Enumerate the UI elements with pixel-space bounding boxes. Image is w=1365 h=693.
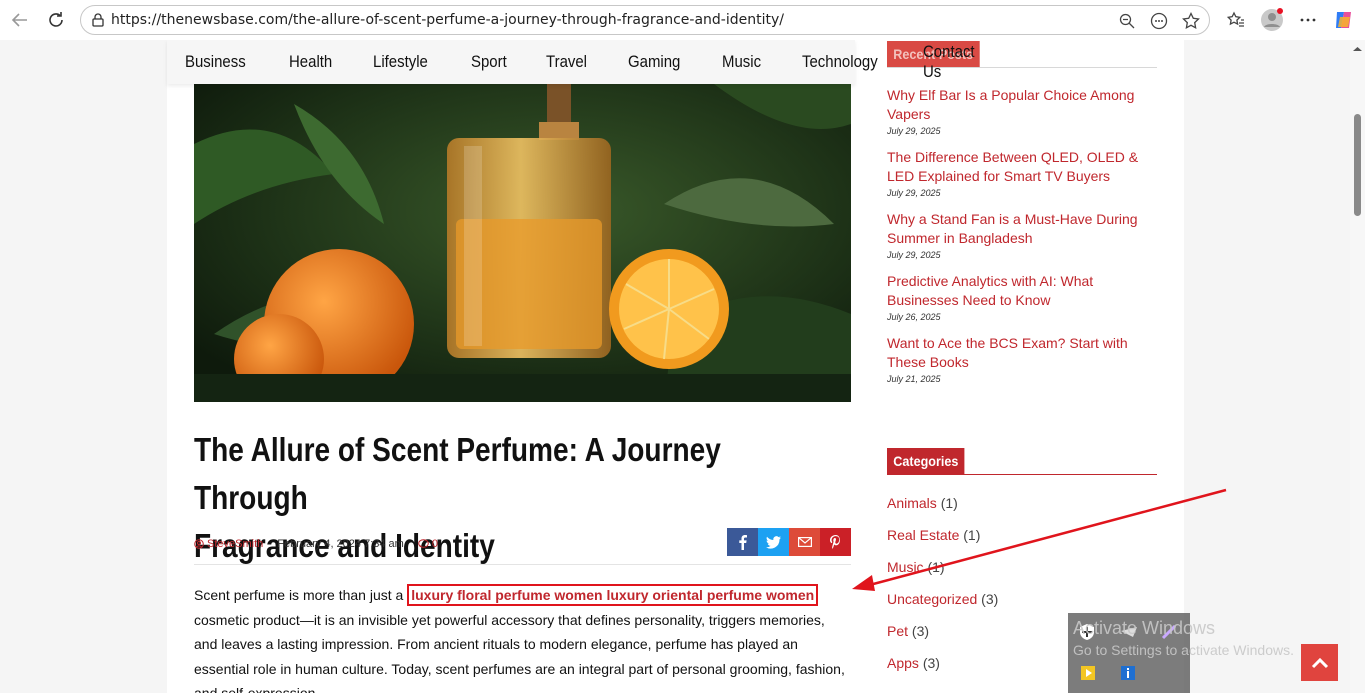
nav-gaming[interactable]: Gaming — [628, 52, 680, 72]
meta-divider — [194, 564, 851, 565]
activate-windows-subtitle: Go to Settings to activate Windows. — [1073, 642, 1294, 658]
post-date: February 4, 2024 7:34 am — [277, 538, 404, 550]
scrollbar-thumb[interactable] — [1354, 114, 1361, 216]
more-menu-icon[interactable] — [1292, 4, 1324, 36]
nav-business[interactable]: Business — [185, 52, 246, 72]
facebook-share-button[interactable] — [727, 528, 758, 556]
article-meta: SteveSmith February 4, 2024 7:34 am 0 — [194, 538, 438, 550]
category-name[interactable]: Real Estate — [887, 527, 959, 543]
tray-info-icon[interactable] — [1120, 665, 1136, 686]
recent-post-date: July 26, 2025 — [887, 312, 941, 322]
category-name[interactable]: Pet — [887, 623, 908, 639]
comment-icon — [418, 539, 429, 549]
category-item[interactable]: Real Estate (1) — [887, 519, 1157, 551]
recent-post-link[interactable]: Want to Ace the BCS Exam? Start with The… — [887, 334, 1157, 372]
nav-travel[interactable]: Travel — [546, 52, 587, 72]
lock-icon[interactable] — [91, 13, 105, 27]
reading-icon[interactable] — [1147, 9, 1171, 33]
recent-post-item: Want to Ace the BCS Exam? Start with The… — [887, 334, 1157, 384]
recent-post-item: The Difference Between QLED, OLED & LED … — [887, 148, 1157, 198]
author-icon — [194, 539, 204, 549]
twitter-icon — [766, 535, 781, 549]
recent-post-link[interactable]: Why Elf Bar Is a Popular Choice Among Va… — [887, 86, 1157, 124]
category-name[interactable]: Music — [887, 559, 924, 575]
profile-avatar-icon[interactable] — [1256, 4, 1288, 36]
category-name[interactable]: Uncategorized — [887, 591, 977, 607]
url-text[interactable]: https://thenewsbase.com/the-allure-of-sc… — [111, 12, 784, 28]
recent-post-link[interactable]: Predictive Analytics with AI: What Busin… — [887, 272, 1157, 310]
featured-image — [194, 84, 851, 402]
comments-link[interactable]: 0 — [418, 538, 438, 550]
pinterest-icon — [830, 535, 840, 549]
category-count: (1) — [940, 495, 958, 511]
category-count: (3) — [922, 655, 940, 671]
favorite-star-icon[interactable] — [1179, 9, 1203, 33]
categories-underline — [887, 474, 1157, 475]
category-item[interactable]: Animals (1) — [887, 487, 1157, 519]
category-item[interactable]: Uncategorized (3) — [887, 583, 1157, 615]
categories-widget: Categories — [887, 448, 1157, 475]
article-title-line-1: The Allure of Scent Perfume: A Journey T… — [194, 431, 721, 516]
share-buttons — [727, 528, 851, 556]
browser-toolbar: https://thenewsbase.com/the-allure-of-sc… — [0, 0, 1365, 40]
copilot-icon[interactable] — [1328, 4, 1360, 36]
facebook-icon — [739, 534, 747, 550]
nav-contact-us[interactable]: Contact Us — [923, 42, 975, 82]
recent-post-link[interactable]: Why a Stand Fan is a Must-Have During Su… — [887, 210, 1157, 248]
recent-post-item: Why a Stand Fan is a Must-Have During Su… — [887, 210, 1157, 260]
recent-post-item: Why Elf Bar Is a Popular Choice Among Va… — [887, 86, 1157, 136]
email-share-button[interactable] — [789, 528, 820, 556]
category-count: (3) — [911, 623, 930, 639]
recent-post-date: July 29, 2025 — [887, 250, 941, 260]
category-count: (3) — [981, 591, 999, 607]
favorites-icon[interactable] — [1220, 4, 1252, 36]
recent-post-link[interactable]: The Difference Between QLED, OLED & LED … — [887, 148, 1157, 186]
article-body: Scent perfume is more than just a luxury… — [194, 583, 851, 693]
reload-icon[interactable] — [38, 2, 74, 38]
zoom-icon[interactable] — [1115, 9, 1139, 33]
nav-music[interactable]: Music — [722, 52, 761, 72]
author-link[interactable]: SteveSmith — [207, 538, 263, 550]
categories-title: Categories — [887, 448, 965, 474]
category-count: (1) — [963, 527, 981, 543]
page-viewport: Business Health Lifestyle Sport Travel G… — [0, 40, 1365, 693]
category-name[interactable]: Animals — [887, 495, 937, 511]
address-bar[interactable]: https://thenewsbase.com/the-allure-of-sc… — [80, 5, 1210, 35]
recent-posts-list: Why Elf Bar Is a Popular Choice Among Va… — [887, 86, 1157, 396]
page-scrollbar[interactable] — [1350, 40, 1365, 693]
category-count: (1) — [927, 559, 945, 575]
pinterest-share-button[interactable] — [820, 528, 851, 556]
nav-health[interactable]: Health — [289, 52, 332, 72]
scroll-up-icon[interactable] — [1350, 44, 1365, 54]
recent-post-item: Predictive Analytics with AI: What Busin… — [887, 272, 1157, 322]
twitter-share-button[interactable] — [758, 528, 789, 556]
luxury-perfume-link[interactable]: luxury floral perfume women luxury orien… — [407, 584, 819, 606]
body-continuation: cosmetic product—it is an invisible yet … — [194, 611, 845, 693]
back-to-top-button[interactable] — [1301, 644, 1338, 681]
back-icon[interactable] — [2, 2, 38, 38]
body-intro: Scent perfume is more than just a — [194, 587, 408, 603]
recent-post-date: July 21, 2025 — [887, 374, 941, 384]
nav-sport[interactable]: Sport — [471, 52, 507, 72]
tray-media-icon[interactable] — [1080, 665, 1096, 686]
nav-technology[interactable]: Technology — [802, 52, 878, 72]
chevron-up-icon — [1311, 657, 1328, 668]
activate-windows-title: Activate Windows — [1073, 618, 1216, 638]
category-item[interactable]: Music (1) — [887, 551, 1157, 583]
main-navigation: Business Health Lifestyle Sport Travel G… — [167, 40, 974, 84]
nav-lifestyle[interactable]: Lifestyle — [373, 52, 428, 72]
email-icon — [797, 537, 812, 547]
recent-post-date: July 29, 2025 — [887, 126, 941, 136]
category-name[interactable]: Apps — [887, 655, 919, 671]
recent-post-date: July 29, 2025 — [887, 188, 941, 198]
comments-count: 0 — [431, 538, 438, 550]
